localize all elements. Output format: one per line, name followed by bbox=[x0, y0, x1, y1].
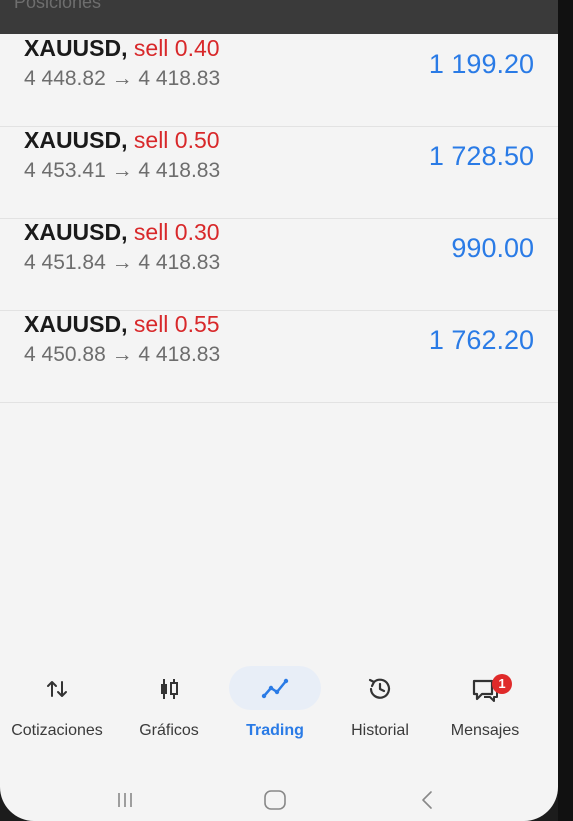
position-prices: 4 451.84 → 4 418.83 bbox=[24, 251, 221, 274]
position-side: sell 0.55 bbox=[133, 311, 220, 337]
nav-tab-messages[interactable]: 1 Mensajes bbox=[430, 664, 540, 764]
nav-label: Trading bbox=[246, 722, 304, 739]
section-title: Posiciones bbox=[14, 0, 102, 12]
position-side: sell 0.50 bbox=[133, 127, 220, 153]
position-symbol: XAUUSD bbox=[24, 35, 122, 61]
position-title: XAUUSD, sell 0.55 bbox=[24, 311, 220, 337]
position-profit: 1 762.20 bbox=[428, 325, 534, 355]
recent-apps-icon[interactable] bbox=[110, 785, 140, 815]
nav-tab-charts[interactable]: Gráficos bbox=[114, 664, 224, 764]
home-icon[interactable] bbox=[260, 785, 290, 815]
trading-line-icon bbox=[261, 678, 289, 699]
nav-label: Historial bbox=[351, 722, 409, 739]
position-prices: 4 450.88 → 4 418.83 bbox=[24, 343, 221, 366]
position-row[interactable]: XAUUSD, sell 0.55 4 450.88 → 4 418.83 1 … bbox=[0, 310, 558, 403]
position-row[interactable]: XAUUSD, sell 0.40 4 448.82 → 4 418.83 1 … bbox=[0, 34, 558, 127]
position-title: XAUUSD, sell 0.30 bbox=[24, 219, 220, 245]
nav-label: Cotizaciones bbox=[11, 722, 103, 739]
phone-frame: Posiciones XAUUSD, sell 0.40 4 448.82 → … bbox=[0, 0, 573, 821]
bottom-navigation: Cotizaciones Gráficos Trading Historial … bbox=[0, 664, 558, 764]
position-row[interactable]: XAUUSD, sell 0.30 4 451.84 → 4 418.83 99… bbox=[0, 218, 558, 311]
position-symbol: XAUUSD bbox=[24, 127, 122, 153]
position-prices: 4 453.41 → 4 418.83 bbox=[24, 159, 221, 182]
nav-tab-quotes[interactable]: Cotizaciones bbox=[2, 664, 112, 764]
position-title: XAUUSD, sell 0.50 bbox=[24, 127, 220, 153]
candlestick-icon bbox=[161, 679, 178, 699]
position-symbol: XAUUSD bbox=[24, 311, 122, 337]
position-prices: 4 448.82 → 4 418.83 bbox=[24, 67, 221, 90]
position-symbol: XAUUSD bbox=[24, 219, 122, 245]
top-header: Posiciones bbox=[0, 0, 560, 34]
position-row[interactable]: XAUUSD, sell 0.50 4 453.41 → 4 418.83 1 … bbox=[0, 126, 558, 219]
system-navigation-bar bbox=[0, 779, 558, 819]
position-profit: 1 199.20 bbox=[428, 49, 534, 79]
nav-tab-trading[interactable]: Trading bbox=[220, 664, 330, 764]
trading-screen: XAUUSD, sell 0.40 4 448.82 → 4 418.83 1 … bbox=[0, 34, 558, 821]
device-bezel bbox=[558, 0, 573, 821]
history-clock-icon bbox=[368, 678, 391, 699]
nav-label: Mensajes bbox=[450, 722, 520, 739]
position-side: sell 0.30 bbox=[133, 219, 220, 245]
nav-tab-history[interactable]: Historial bbox=[325, 664, 435, 764]
back-icon[interactable] bbox=[412, 785, 442, 815]
position-side: sell 0.40 bbox=[133, 35, 220, 61]
quotes-arrows-icon bbox=[47, 681, 67, 697]
position-title: XAUUSD, sell 0.40 bbox=[24, 35, 220, 61]
position-profit: 990.00 bbox=[451, 233, 534, 263]
position-profit: 1 728.50 bbox=[428, 141, 534, 171]
nav-label: Gráficos bbox=[139, 722, 199, 739]
unread-badge: 1 bbox=[492, 674, 512, 694]
